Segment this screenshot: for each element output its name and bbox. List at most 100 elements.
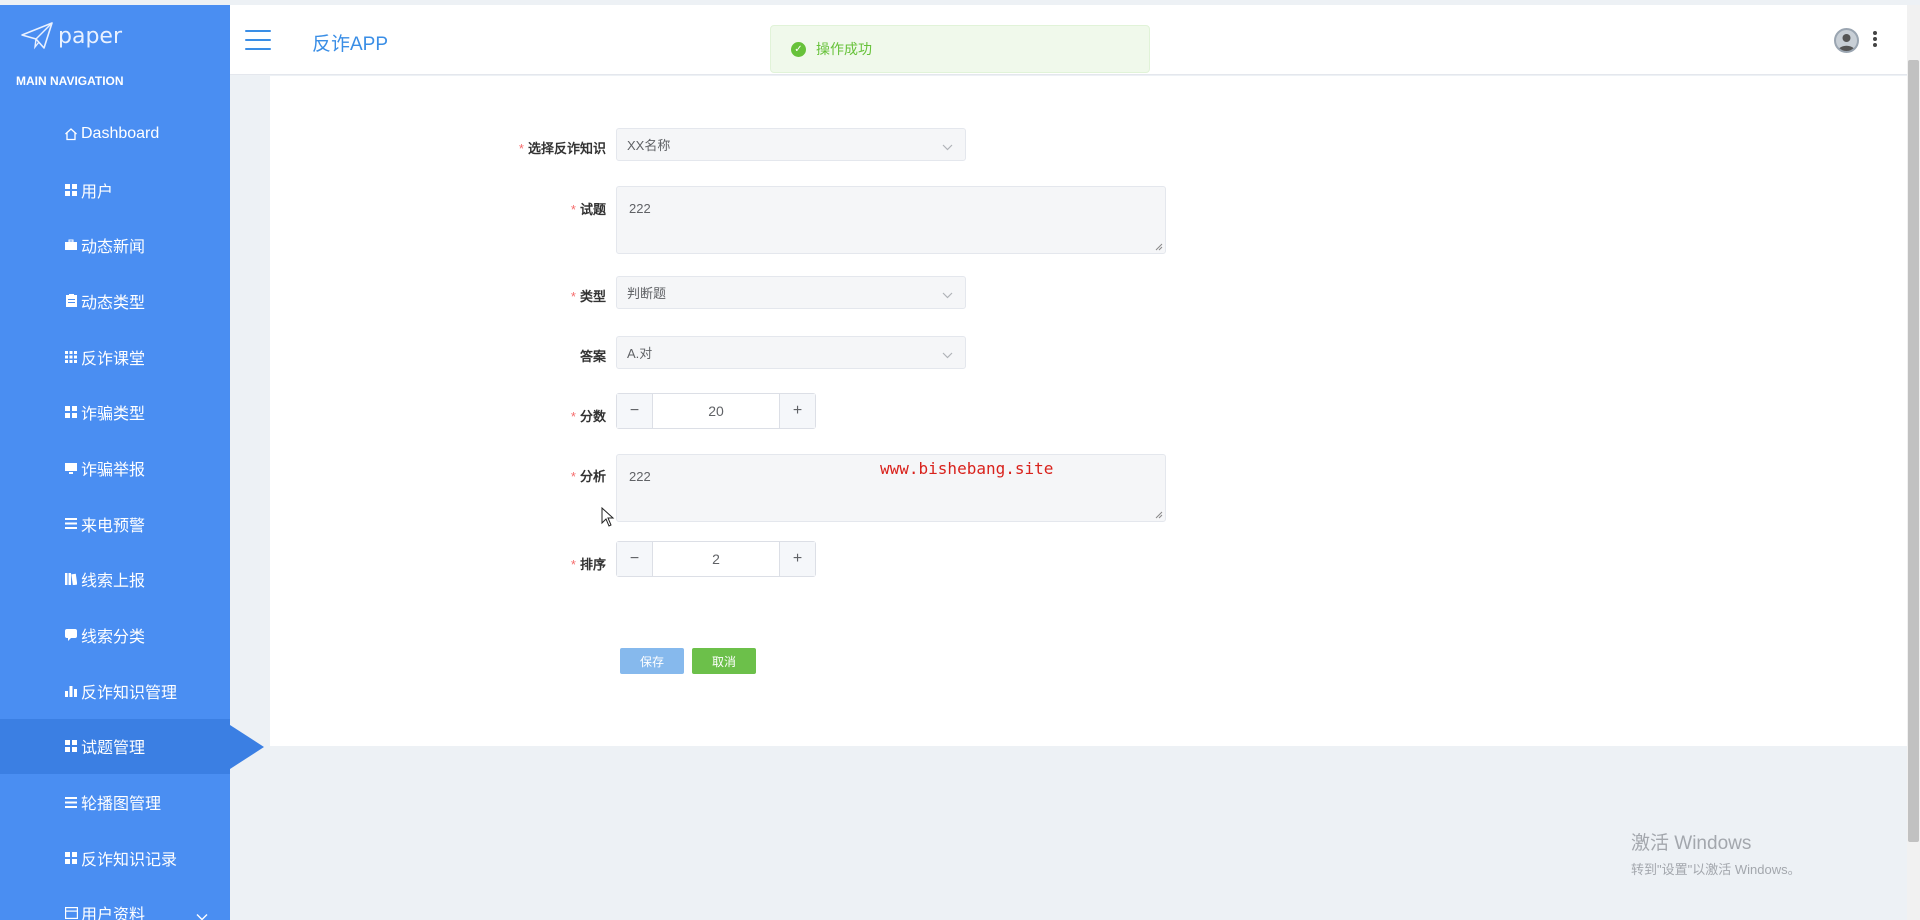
grid-icon xyxy=(64,851,78,865)
sidebar-item-label: 诈骗举报 xyxy=(81,461,146,479)
knowledge-label-text: 选择反诈知识 xyxy=(527,141,606,156)
order-increment-button[interactable]: + xyxy=(779,542,815,576)
analysis-textarea-value: 222 xyxy=(629,469,651,484)
answer-select[interactable]: A.对 xyxy=(616,336,966,369)
success-toast: ✓ 操作成功 xyxy=(770,25,1150,73)
windows-activation-subtitle: 转到"设置"以激活 Windows。 xyxy=(1631,862,1801,877)
book-icon xyxy=(64,572,78,586)
clipboard-icon xyxy=(64,294,78,308)
score-input[interactable]: 20 xyxy=(653,394,779,428)
grid-icon xyxy=(64,350,78,364)
watermark-text: www.bishebang.site xyxy=(880,459,1054,478)
answer-select-value: A.对 xyxy=(627,346,653,361)
sidebar-item-user-profile[interactable]: 用户资料 xyxy=(0,886,230,920)
sidebar-item-label: 来电预警 xyxy=(81,517,146,535)
sidebar-item-news-types[interactable]: 动态类型 xyxy=(0,273,230,329)
home-icon xyxy=(64,127,78,141)
chevron-down-icon xyxy=(942,287,953,302)
cancel-button[interactable]: 取消 xyxy=(692,648,756,674)
resize-grip-icon[interactable] xyxy=(1155,243,1163,251)
menu-toggle-icon[interactable] xyxy=(245,30,271,50)
sidebar-item-label: 试题管理 xyxy=(81,740,146,758)
logo[interactable]: paper xyxy=(20,21,122,51)
question-textarea-value: 222 xyxy=(629,201,651,216)
windows-activation-notice: 激活 Windows 转到"设置"以激活 Windows。 xyxy=(1631,828,1801,878)
sidebar-item-label: Dashboard xyxy=(81,124,160,142)
sidebar-item-users[interactable]: 用户 xyxy=(0,162,230,218)
required-mark: * xyxy=(570,409,576,424)
order-label: * 排序 xyxy=(500,554,606,573)
sidebar: paper MAIN NAVIGATION Dashboard 用户 动态新闻 xyxy=(0,5,264,920)
list-icon xyxy=(64,517,78,531)
order-input[interactable]: 2 xyxy=(653,542,779,576)
analysis-label-text: 分析 xyxy=(579,469,606,484)
sidebar-item-label: 用户 xyxy=(81,183,114,201)
sidebar-item-clue-reports[interactable]: 线索上报 xyxy=(0,552,230,608)
order-stepper[interactable]: − 2 + xyxy=(616,541,816,577)
monitor-icon xyxy=(64,461,78,475)
required-mark: * xyxy=(570,557,576,572)
sidebar-item-news[interactable]: 动态新闻 xyxy=(0,217,230,273)
sidebar-item-fraud-reports[interactable]: 诈骗举报 xyxy=(0,440,230,496)
briefcase-icon xyxy=(64,238,78,252)
score-increment-button[interactable]: + xyxy=(779,394,815,428)
knowledge-select[interactable]: XX名称 xyxy=(616,128,966,161)
order-label-text: 排序 xyxy=(579,557,606,572)
more-options-icon[interactable] xyxy=(1873,31,1877,47)
score-stepper[interactable]: − 20 + xyxy=(616,393,816,429)
sidebar-item-dashboard[interactable]: Dashboard xyxy=(0,106,230,162)
type-label-text: 类型 xyxy=(579,289,606,304)
sidebar-item-label: 反诈课堂 xyxy=(81,350,146,368)
knowledge-label: * 选择反诈知识 xyxy=(500,138,606,157)
sidebar-item-knowledge-records[interactable]: 反诈知识记录 xyxy=(0,830,230,886)
score-label: * 分数 xyxy=(500,406,606,425)
sidebar-item-label: 动态类型 xyxy=(81,294,146,312)
answer-label: 答案 xyxy=(500,346,606,365)
type-select-value: 判断题 xyxy=(627,286,667,301)
check-circle-icon: ✓ xyxy=(791,41,806,57)
required-mark: * xyxy=(570,289,576,304)
sidebar-item-label: 线索上报 xyxy=(81,573,146,591)
grid-icon xyxy=(64,739,78,753)
score-decrement-button[interactable]: − xyxy=(617,394,653,428)
sidebar-item-label: 诈骗类型 xyxy=(81,406,146,424)
grid-icon xyxy=(64,183,78,197)
card-icon xyxy=(64,906,78,920)
bar-chart-icon xyxy=(64,684,78,698)
question-textarea[interactable]: 222 xyxy=(616,186,1166,254)
sidebar-item-knowledge-management[interactable]: 反诈知识管理 xyxy=(0,663,230,719)
paper-plane-icon xyxy=(21,22,53,50)
user-avatar[interactable] xyxy=(1834,28,1859,53)
type-select[interactable]: 判断题 xyxy=(616,276,966,309)
chevron-down-icon xyxy=(942,347,953,362)
sidebar-item-classroom[interactable]: 反诈课堂 xyxy=(0,329,230,385)
question-label: * 试题 xyxy=(500,199,606,218)
toast-message: 操作成功 xyxy=(816,41,872,57)
list-icon xyxy=(64,795,78,809)
required-mark: * xyxy=(570,202,576,217)
app-title: 反诈APP xyxy=(312,34,389,55)
knowledge-select-value: XX名称 xyxy=(627,138,671,153)
required-mark: * xyxy=(570,469,576,484)
sidebar-item-call-alerts[interactable]: 来电预警 xyxy=(0,496,230,552)
sidebar-item-label: 线索分类 xyxy=(81,629,146,647)
sidebar-item-label: 轮播图管理 xyxy=(81,796,162,814)
resize-grip-icon[interactable] xyxy=(1155,511,1163,519)
save-button[interactable]: 保存 xyxy=(620,648,684,674)
sidebar-item-question-management[interactable]: 试题管理 xyxy=(0,718,264,775)
sidebar-item-clue-categories[interactable]: 线索分类 xyxy=(0,607,230,663)
answer-label-text: 答案 xyxy=(579,349,606,364)
page-scrollbar-thumb[interactable] xyxy=(1908,60,1919,842)
nav-list: Dashboard 用户 动态新闻 动态类型 反诈课堂 诈骗类型 诈骗举报 来电… xyxy=(0,106,264,920)
chevron-down-icon xyxy=(196,908,208,920)
mouse-cursor-icon xyxy=(601,507,615,527)
required-mark: * xyxy=(518,141,524,156)
windows-activation-title: 激活 Windows xyxy=(1631,833,1752,854)
question-label-text: 试题 xyxy=(579,202,606,217)
grid-icon xyxy=(64,405,78,419)
sidebar-item-label: 反诈知识管理 xyxy=(81,684,178,702)
order-decrement-button[interactable]: − xyxy=(617,542,653,576)
sidebar-item-label: 用户资料 xyxy=(81,907,146,920)
sidebar-item-fraud-types[interactable]: 诈骗类型 xyxy=(0,384,230,440)
sidebar-item-carousel-management[interactable]: 轮播图管理 xyxy=(0,774,230,830)
